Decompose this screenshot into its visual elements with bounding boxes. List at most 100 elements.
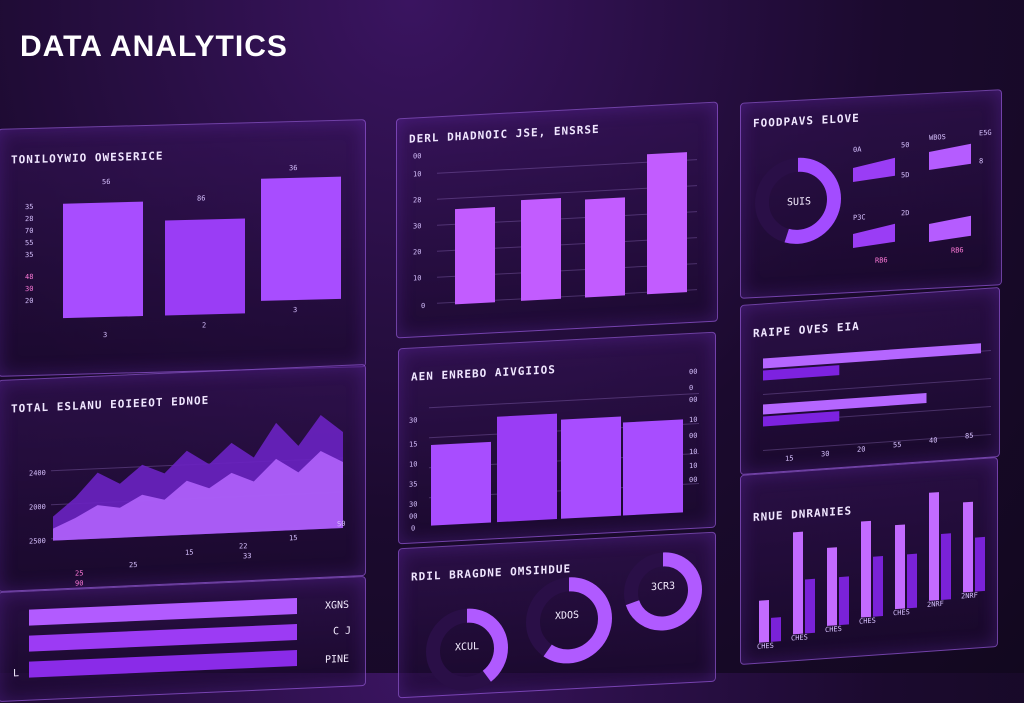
bar	[793, 531, 803, 635]
y-tick: 28	[25, 215, 33, 223]
mini-label: 5D	[901, 171, 909, 179]
mini-bars	[853, 143, 971, 248]
x-tick: 15	[185, 549, 193, 557]
y-tick: 10	[409, 460, 417, 468]
panel-area-mid-left[interactable]: TOTAL ESLANU EOIEEOT EDNOE 2400 2000 250…	[0, 363, 366, 593]
x-tick: 22	[239, 542, 247, 550]
panel-bar-mid-center[interactable]: AEN ENREBO AIVGIIOS 30 15 10 35 30 00 0 …	[398, 331, 716, 545]
vbar-chart-bottom-right: CHES CHES CHES CHES CHES 2NRF 2NRF	[757, 492, 985, 651]
y-tick: 30	[25, 285, 33, 293]
y-tick: 35	[409, 480, 417, 488]
x-tick: 2	[202, 321, 206, 329]
donut-center-label: XCUL	[455, 641, 479, 653]
x-tick: 40	[929, 436, 937, 445]
dashboard-stage: DATA ANALYTICS TONILOYWIO OWESERICE 35 2…	[0, 0, 1024, 703]
y-tick: 55	[25, 239, 33, 247]
x-tick: 15	[289, 534, 297, 542]
x-tick: 55	[893, 441, 901, 450]
page-title: DATA ANALYTICS	[20, 30, 288, 63]
y-tick-right: 0	[689, 384, 693, 392]
x-tick: CHES	[791, 633, 808, 642]
bar	[839, 576, 849, 626]
hbar	[29, 623, 297, 652]
bar	[623, 419, 683, 516]
y-tick: 00	[409, 512, 417, 520]
bar	[861, 520, 871, 618]
mini-bar	[853, 223, 895, 248]
mini-bar	[929, 215, 971, 242]
y-tick-right: 10	[689, 448, 697, 456]
bar	[771, 617, 781, 642]
y-axis-labels: 2400 2000 2500	[29, 469, 46, 546]
y-tick: 2400	[29, 469, 46, 478]
y-tick-right: 00	[689, 432, 697, 440]
x-tick: 33	[243, 552, 251, 560]
bar-value-label: 56	[102, 178, 110, 186]
x-tick: 2NRF	[961, 591, 978, 600]
bar-value-label: 86	[197, 194, 205, 202]
bar	[431, 441, 491, 526]
mini-label: 0A	[853, 145, 862, 153]
panel-hbar-bottom-left[interactable]: XGNS C J PINE L	[0, 575, 366, 703]
x-tick: CHES	[825, 625, 842, 634]
y-axis-labels: 00 10 28 30 20 10 0	[413, 152, 425, 310]
bar	[895, 524, 905, 610]
y-tick: 10	[413, 274, 421, 282]
x-tick: 3	[103, 331, 107, 339]
y-tick: 2500	[29, 537, 46, 546]
mini-label: E5G	[979, 129, 992, 138]
mini-label: 50	[901, 141, 909, 149]
y-tick: 15	[409, 440, 417, 448]
bar	[759, 599, 769, 643]
hbar	[763, 393, 927, 415]
y-tick: 10	[413, 170, 421, 178]
bar	[941, 533, 951, 600]
donut-center-label: XDOS	[555, 610, 579, 622]
x-tick: 85	[965, 432, 973, 441]
mini-label: P3C	[853, 213, 866, 222]
donut-center-label: SUIS	[787, 196, 811, 208]
y-tick: 20	[413, 248, 421, 256]
x-tick: 20	[857, 445, 865, 454]
mini-label: WBOS	[929, 133, 946, 142]
x-tick: S0	[337, 520, 345, 528]
bar-chart-mid-center: 30 15 10 35 30 00 0 00 0 00 10 00 10 10 …	[409, 368, 699, 533]
bar-value-label: 36	[289, 164, 297, 172]
bar-label: L	[13, 668, 19, 679]
panel-bar-top-left[interactable]: TONILOYWIO OWESERICE 35 28 70 55 35 48 3…	[0, 119, 366, 377]
y-tick: 0	[411, 524, 415, 532]
y-axis-labels: 30 15 10 35 30 00 0	[409, 416, 417, 532]
x-tick: 25	[129, 561, 137, 569]
y-tick: 0	[421, 302, 425, 310]
y-tick-right: 10	[689, 462, 697, 470]
bar	[261, 176, 341, 301]
y-tick: 35	[25, 203, 33, 211]
bar	[827, 547, 837, 626]
x-tick: 25	[75, 569, 83, 577]
bar-chart-top-left: 35 28 70 55 35 48 30 20 56 86 36 3 2 3	[25, 164, 341, 339]
x-tick: 3	[293, 306, 297, 314]
panel-donuts-bottom-center[interactable]: RDIL BRAGDNE OMSIHDUE XCUL XDOS 3CR3	[398, 531, 716, 699]
x-tick: CHES	[859, 617, 876, 626]
y-tick: 2000	[29, 503, 46, 512]
mini-label: 2D	[901, 209, 909, 217]
panel-vbar-bottom-right[interactable]: RNUE DNRANIES CHES CHES CHES CHES CHES 2…	[740, 456, 998, 666]
donut-center-label: 3CR3	[651, 581, 675, 593]
y-tick: 30	[409, 500, 417, 508]
y-tick: 70	[25, 227, 33, 235]
y-tick: 00	[413, 152, 421, 160]
y-tick: 28	[413, 196, 421, 204]
bar	[561, 416, 621, 519]
bar-label: XGNS	[325, 600, 349, 612]
bar	[647, 152, 687, 295]
right-axis-labels: 00 0 00 10 00 10 10 00	[689, 368, 697, 484]
mini-bar	[853, 157, 895, 182]
hbar	[29, 597, 297, 626]
y-tick: 48	[25, 273, 33, 281]
panel-bar-top-center[interactable]: DERL DHADNOIC JSE, ENSRSE 00 10 28 30 20…	[396, 101, 718, 339]
y-tick-right: 00	[689, 368, 697, 376]
panel-donut-top-right[interactable]: FOODPAVS ELOVE SUIS 0A 50 WBOS E5G 5D 8 …	[740, 89, 1002, 299]
y-tick: 30	[413, 222, 421, 230]
x-tick: CHES	[893, 608, 910, 617]
panel-hbar-mid-right[interactable]: RAIPE OVES EIA 15 30 20 55 40 85	[740, 286, 1000, 476]
